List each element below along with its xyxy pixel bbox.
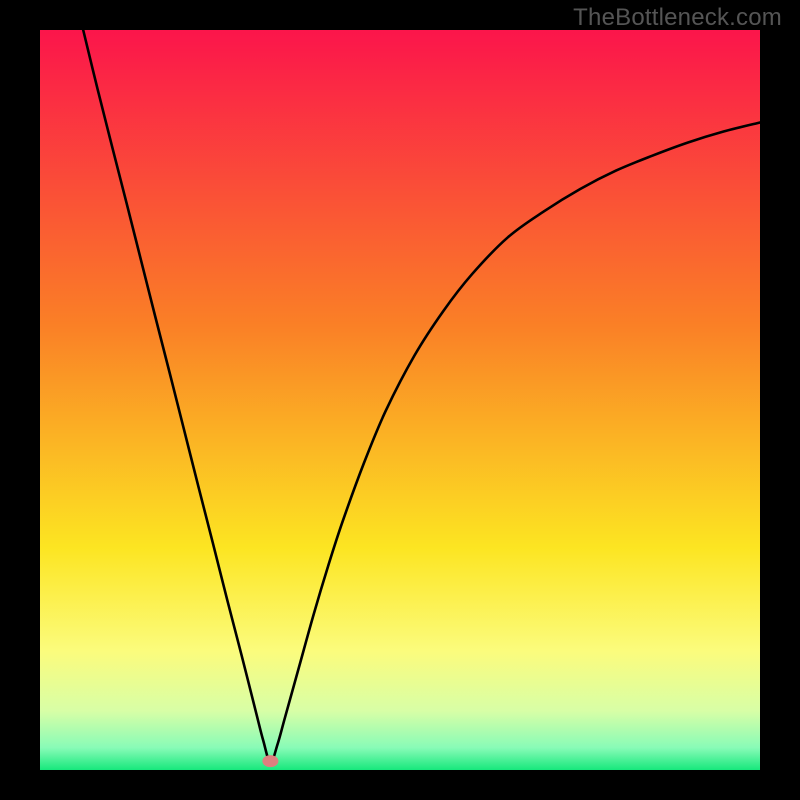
minimum-marker <box>262 755 278 767</box>
watermark-text: TheBottleneck.com <box>573 4 782 32</box>
chart-svg <box>0 0 800 800</box>
chart-frame: TheBottleneck.com <box>0 0 800 800</box>
plot-background <box>40 30 760 770</box>
